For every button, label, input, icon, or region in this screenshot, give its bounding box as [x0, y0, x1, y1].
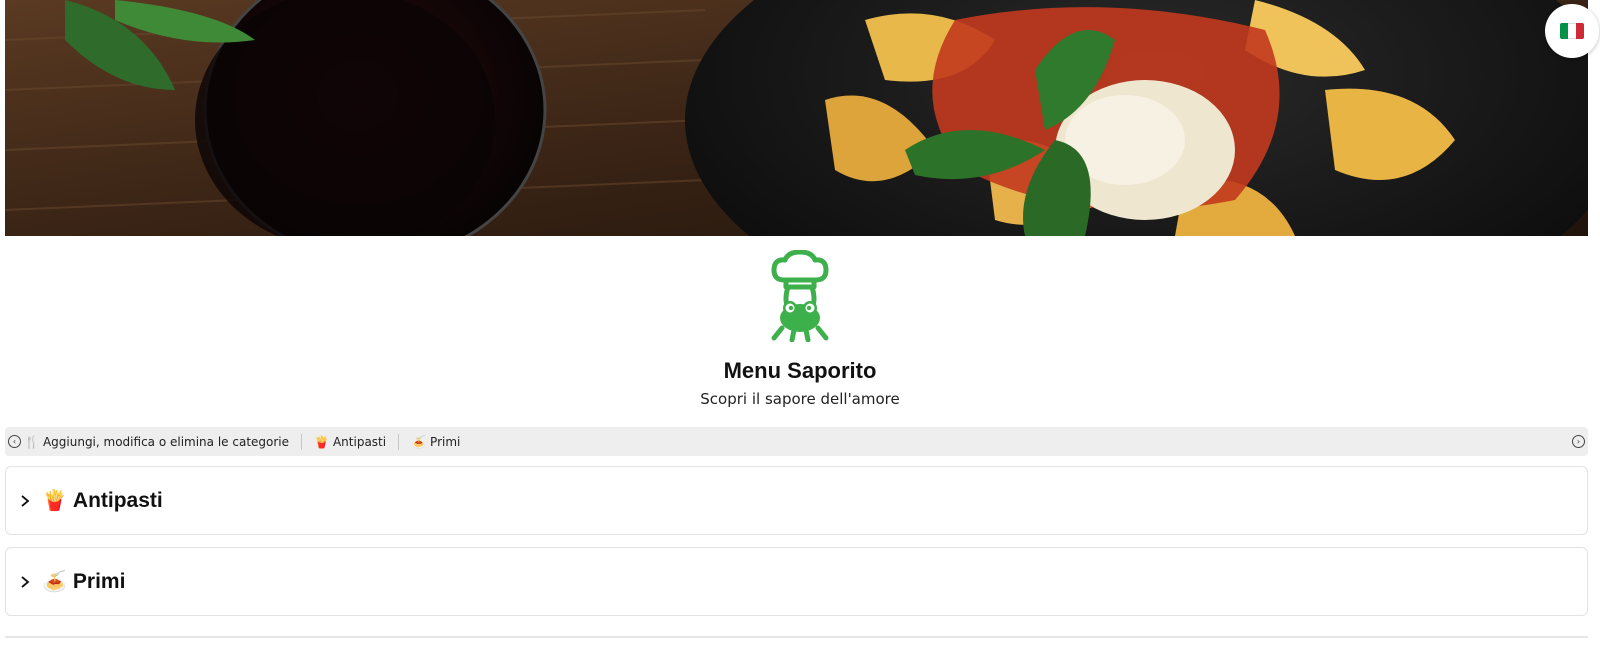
section-antipasti[interactable]: 🍟 Antipasti: [5, 466, 1588, 535]
brand-header: Menu Saporito Scopri il sapore dell'amor…: [0, 249, 1600, 408]
section-title: Primi: [72, 569, 126, 593]
category-nav-bar: ‹ 🍴 Aggiungi, modifica o elimina le cate…: [5, 427, 1588, 456]
chevron-right-icon: [18, 493, 34, 509]
scroll-right-icon[interactable]: ›: [1572, 435, 1585, 448]
restaurant-subtitle: Scopri il sapore dell'amore: [700, 390, 900, 408]
hero-banner-image: [5, 0, 1588, 236]
chef-mascot-icon: [770, 249, 830, 343]
chevron-right-icon: [18, 574, 34, 590]
divider: [5, 636, 1588, 638]
language-switch-button[interactable]: [1545, 4, 1599, 58]
fries-icon: 🍟: [314, 434, 329, 449]
fries-icon: 🍟: [42, 490, 67, 512]
manage-categories-link[interactable]: 🍴 Aggiungi, modifica o elimina le catego…: [21, 434, 301, 450]
spaghetti-icon: 🍝: [42, 571, 67, 593]
restaurant-title: Menu Saporito: [723, 358, 877, 383]
category-nav-label: Primi: [430, 434, 461, 449]
cutlery-icon: 🍴: [24, 434, 39, 449]
section-title: Antipasti: [72, 488, 163, 512]
category-nav-primi[interactable]: 🍝 Primi: [399, 434, 472, 450]
category-nav-label: Antipasti: [332, 434, 387, 449]
manage-categories-label: Aggiungi, modifica o elimina le categori…: [42, 434, 290, 449]
category-nav-antipasti[interactable]: 🍟 Antipasti: [302, 434, 398, 450]
scroll-left-icon[interactable]: ‹: [8, 435, 21, 448]
spaghetti-icon: 🍝: [411, 434, 427, 449]
italian-flag-icon: [1560, 23, 1584, 39]
section-primi[interactable]: 🍝 Primi: [5, 547, 1588, 616]
